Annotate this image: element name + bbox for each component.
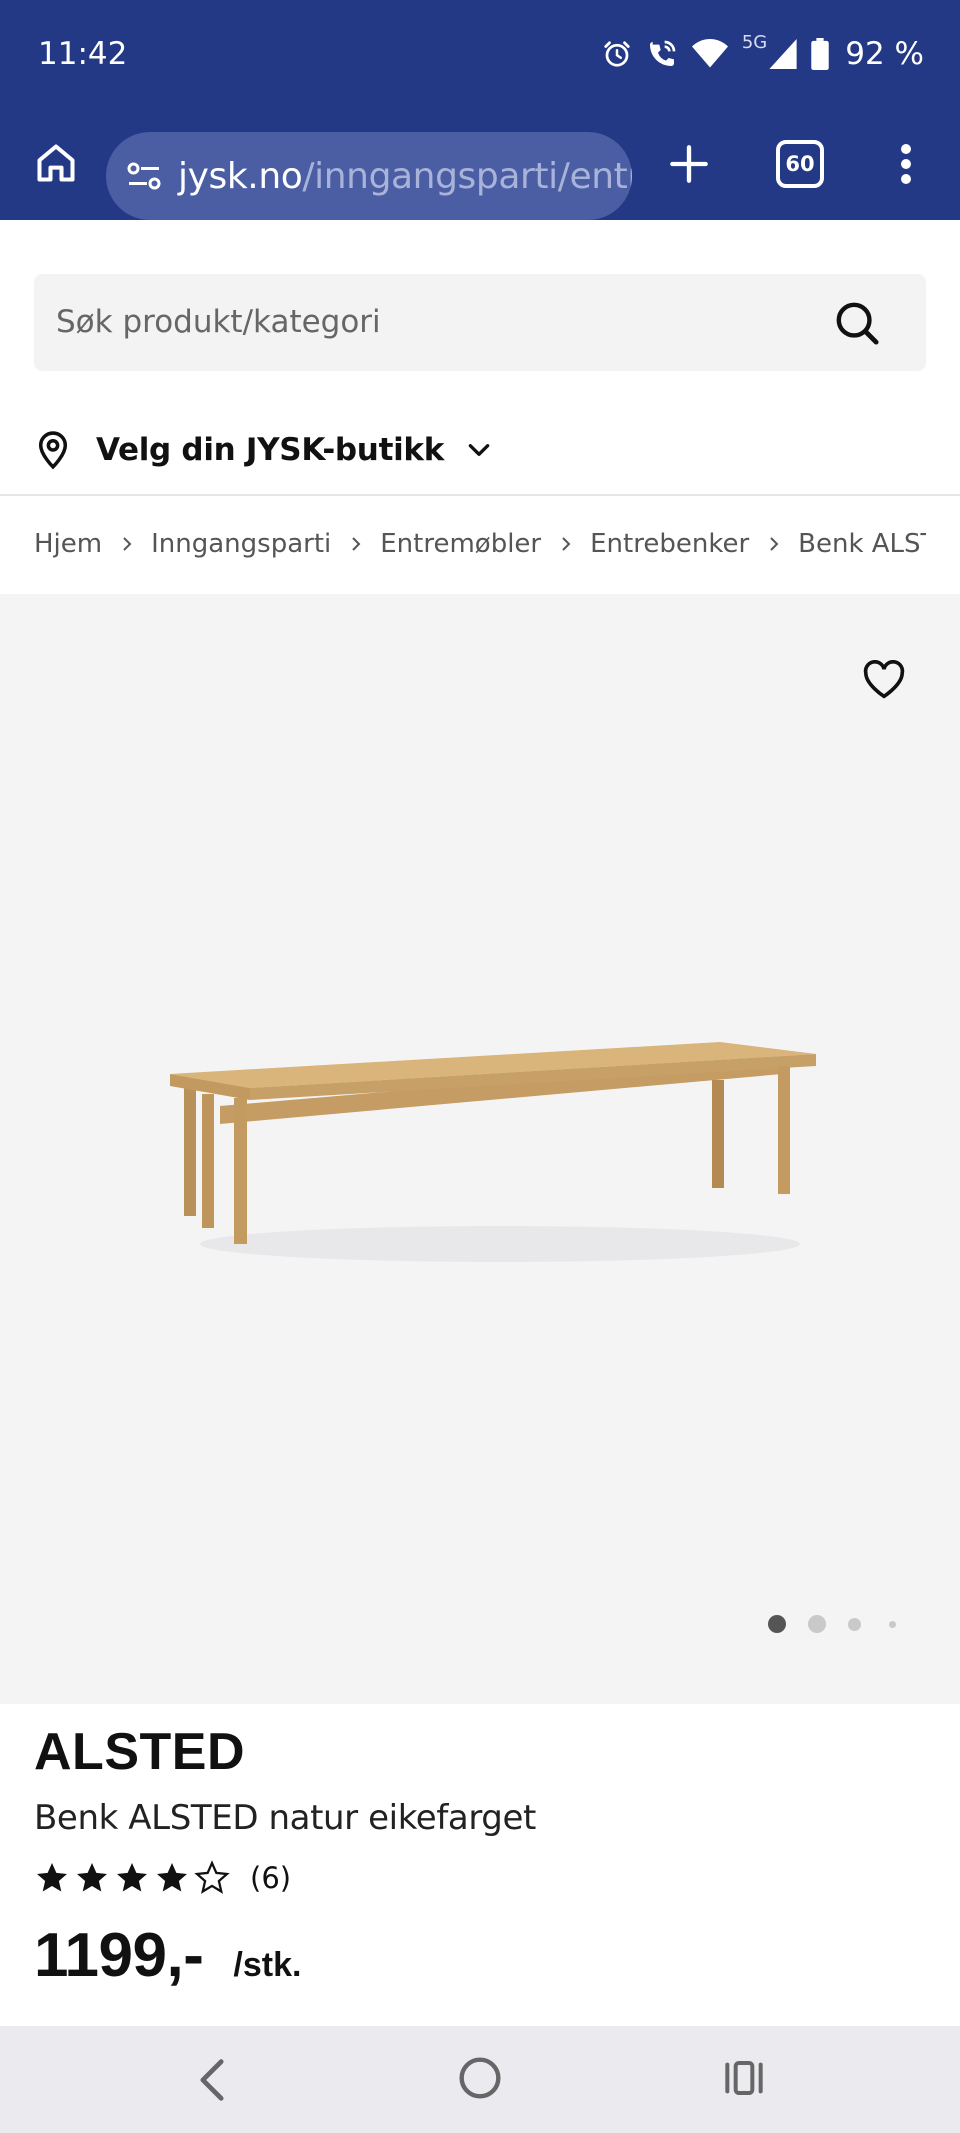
wifi-call-icon — [649, 40, 676, 66]
breadcrumb-item-entrebenker[interactable]: Entrebenker — [590, 529, 749, 559]
network-type: 5G — [741, 31, 768, 53]
divider — [0, 494, 960, 496]
search-icon[interactable] — [834, 300, 880, 346]
location-pin-icon — [38, 431, 68, 470]
store-selector[interactable]: Velg din JYSK-butikk — [34, 420, 492, 480]
back-icon[interactable] — [196, 2058, 228, 2102]
browser-home-button[interactable] — [28, 135, 84, 191]
heart-icon[interactable] — [862, 660, 906, 700]
plus-icon — [670, 145, 708, 183]
product-gallery[interactable] — [0, 594, 960, 1704]
review-count[interactable]: (6) — [250, 1861, 291, 1895]
tab-switcher-button[interactable]: 60 — [776, 140, 824, 188]
battery-level: 92 % — [845, 36, 924, 72]
breadcrumb-item-inngangsparti[interactable]: Inngangsparti — [151, 529, 331, 559]
rating-stars — [34, 1860, 230, 1896]
gallery-pagination — [768, 1612, 896, 1636]
url-path: /inngangsparti/entre — [302, 155, 632, 197]
signal-icon — [769, 39, 797, 69]
product-title: Benk ALSTED natur eikefarget — [34, 1798, 536, 1838]
chevron-down-icon — [468, 444, 490, 456]
wifi-icon — [691, 39, 728, 68]
pagination-dot[interactable] — [848, 1617, 861, 1631]
battery-icon — [811, 38, 829, 70]
breadcrumb-item-current: Benk ALSTED — [798, 529, 926, 559]
chevron-right-icon — [749, 536, 798, 552]
price-unit: /stk. — [233, 1946, 302, 1984]
star-filled-icon — [117, 1863, 147, 1892]
chevron-right-icon — [541, 536, 590, 552]
chevron-right-icon — [331, 536, 380, 552]
browser-chrome: 11:42 5G 92 % jysk.no/inngangsparti/entr… — [0, 0, 960, 220]
home-circle-icon[interactable] — [458, 2056, 502, 2100]
status-bar: 11:42 5G 92 % — [0, 0, 960, 110]
alarm-icon — [604, 41, 630, 67]
breadcrumb: Hjem Inngangsparti Entremøbler Entrebenk… — [34, 524, 926, 564]
more-vert-icon — [901, 144, 911, 184]
pagination-dot-active[interactable] — [768, 1615, 786, 1633]
price-value: 1199,- — [34, 1921, 204, 1990]
url-bar[interactable]: jysk.no/inngangsparti/entre — [106, 132, 632, 220]
url-host: jysk.no — [178, 155, 303, 197]
star-filled-icon — [37, 1863, 67, 1892]
product-price: 1199,- /stk. — [34, 1920, 301, 1991]
status-time: 11:42 — [38, 36, 128, 72]
home-icon — [37, 144, 75, 182]
status-icons: 5G 92 % — [602, 31, 924, 74]
pagination-dot[interactable] — [808, 1615, 826, 1633]
system-nav-bar — [0, 2026, 960, 2133]
recent-apps-icon[interactable] — [724, 2059, 764, 2097]
store-label: Velg din JYSK-butikk — [96, 432, 445, 468]
browser-menu-button[interactable] — [890, 135, 922, 193]
star-filled-icon — [157, 1863, 187, 1892]
chevron-right-icon — [102, 536, 151, 552]
search-placeholder: Søk produkt/kategori — [56, 304, 381, 340]
product-rating[interactable]: (6) — [34, 1856, 291, 1900]
url-text: jysk.no/inngangsparti/entre — [178, 156, 632, 197]
site-settings-icon[interactable] — [124, 156, 164, 196]
star-empty-icon — [194, 1860, 230, 1894]
product-image — [170, 1042, 816, 1262]
new-tab-button[interactable] — [660, 135, 718, 193]
pagination-dot[interactable] — [889, 1620, 896, 1628]
breadcrumb-item-home[interactable]: Hjem — [34, 529, 102, 559]
breadcrumb-item-entremobler[interactable]: Entremøbler — [380, 529, 541, 559]
product-brand: ALSTED — [34, 1723, 245, 1781]
browser-toolbar: jysk.no/inngangsparti/entre 60 — [0, 110, 960, 220]
search-input[interactable]: Søk produkt/kategori — [34, 274, 926, 371]
star-filled-icon — [77, 1863, 107, 1892]
